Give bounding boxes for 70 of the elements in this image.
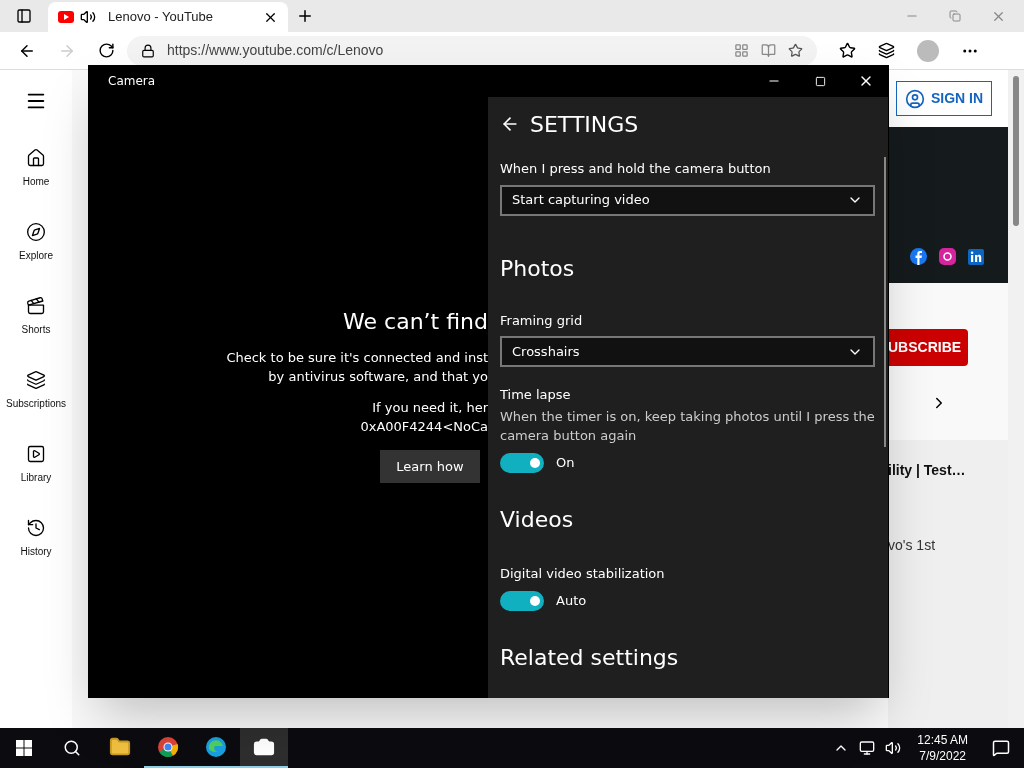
window-title: Camera — [108, 73, 157, 90]
nav-item[interactable]: Shorts — [0, 292, 72, 366]
subscribe-button[interactable]: UBSCRIBE — [888, 329, 968, 366]
address-bar[interactable]: https://www.youtube.com/c/Lenovo — [127, 35, 817, 66]
linkedin-icon[interactable] — [968, 249, 984, 265]
facebook-icon[interactable] — [910, 248, 927, 265]
dropdown[interactable]: Start capturing video — [500, 184, 875, 216]
nav-item[interactable]: Home — [0, 144, 72, 218]
play-logo-icon — [58, 11, 74, 23]
url-text: https://www.youtube.com/c/Lenovo — [167, 41, 385, 60]
clock[interactable]: 12:45 AM 7/9/2022 — [911, 732, 974, 764]
nav-item[interactable]: Explore — [0, 218, 72, 292]
favorite-icon[interactable] — [788, 43, 803, 58]
volume-icon[interactable] — [885, 740, 902, 756]
scrollbar-thumb[interactable] — [1013, 76, 1019, 226]
nav-item[interactable]: Subscriptions — [0, 366, 72, 440]
camera-icon — [253, 736, 275, 758]
toggle-switch[interactable] — [500, 452, 544, 473]
chrome-icon — [157, 736, 179, 758]
scrollbar[interactable] — [884, 157, 886, 447]
sign-in-button[interactable]: SIGN IN — [896, 81, 993, 116]
setting-label: Time lapse — [500, 386, 572, 404]
setting-label: Digital video stabilization — [500, 564, 666, 583]
home-icon — [26, 148, 46, 168]
toggle-label: On — [556, 453, 575, 472]
browser-tab[interactable]: Lenovo - YouTube — [48, 2, 288, 32]
error-message: Check to be sure it's connected and inst — [226, 349, 488, 367]
section-heading: Photos — [500, 254, 576, 283]
section-heading: Videos — [500, 505, 575, 534]
compass-icon — [26, 222, 46, 242]
section-heading: Related settings — [500, 644, 680, 672]
speaker-icon[interactable] — [80, 9, 96, 25]
library-icon — [26, 444, 46, 464]
search-icon[interactable] — [63, 739, 81, 757]
clapperboard-icon — [26, 296, 46, 316]
setting-label: When I press and hold the camera button — [500, 160, 772, 178]
learn-how-button[interactable]: Learn how — [380, 450, 480, 483]
tab-title: Lenovo - YouTube — [108, 8, 215, 27]
lock-icon — [141, 43, 155, 58]
toggle-switch[interactable] — [500, 591, 544, 611]
folder-icon — [109, 736, 131, 758]
network-icon[interactable] — [859, 740, 876, 756]
video-card[interactable]: ility | Test… vo's 1st — [888, 440, 1008, 728]
toggle-label: Auto — [556, 592, 587, 611]
error-code: If you need it, her — [372, 399, 488, 417]
nav-item[interactable]: Library — [0, 440, 72, 514]
taskbar-app[interactable] — [240, 728, 288, 768]
reload-icon[interactable] — [98, 42, 115, 59]
new-tab-icon[interactable] — [296, 7, 314, 25]
edge-icon — [205, 736, 227, 758]
favorites-icon[interactable] — [839, 42, 856, 59]
nav-item[interactable]: History — [0, 514, 72, 588]
notifications-icon[interactable] — [992, 739, 1010, 757]
tab-actions-icon[interactable] — [16, 8, 32, 24]
windows-logo-icon[interactable] — [16, 740, 32, 756]
setting-label: Framing grid — [500, 311, 584, 330]
dropdown[interactable]: Crosshairs — [500, 336, 875, 367]
error-message: by antivirus software, and that yo — [268, 368, 488, 386]
error-heading: We can’t find — [343, 308, 488, 336]
error-code: 0xA00F4244<NoCa — [360, 418, 488, 436]
video-title: ility | Test… — [888, 461, 967, 480]
setting-description: When the timer is on, keep taking photos until I press the camera button again — [500, 407, 876, 445]
account-icon — [905, 88, 925, 109]
layers-icon — [26, 370, 46, 390]
maximize-icon[interactable] — [814, 75, 826, 87]
settings-title: SETTINGS — [530, 110, 639, 139]
instagram-icon[interactable] — [939, 248, 956, 265]
history-icon — [26, 518, 46, 538]
video-description: vo's 1st — [888, 536, 937, 555]
apps-icon[interactable] — [734, 43, 749, 58]
